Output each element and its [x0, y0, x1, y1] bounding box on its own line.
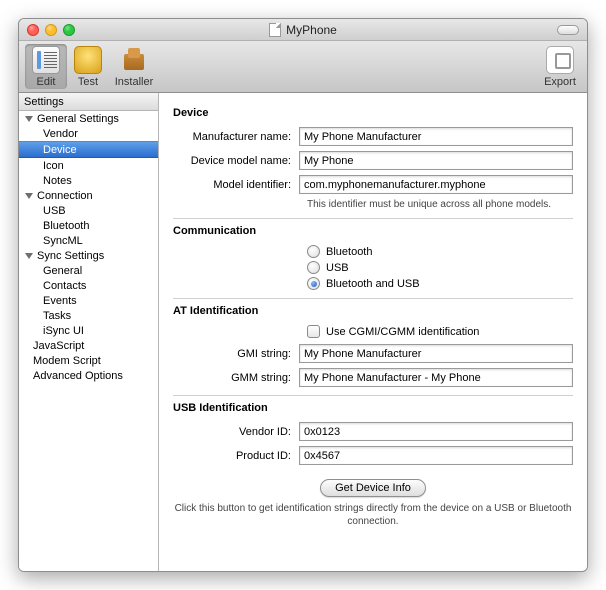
vendor-id-field[interactable]	[299, 422, 573, 441]
identifier-hint: This identifier must be unique across al…	[307, 199, 573, 210]
model-identifier-field[interactable]	[299, 175, 573, 194]
sidebar-item-usb[interactable]: USB	[19, 203, 158, 218]
section-device-title: Device	[173, 107, 573, 119]
use-cgmi-cgmm-checkbox[interactable]: Use CGMI/CGMM identification	[307, 325, 573, 338]
gmm-string-field[interactable]	[299, 368, 573, 387]
radio-bluetooth-and-usb[interactable]: Bluetooth and USB	[307, 277, 573, 290]
sidebar-item-bluetooth[interactable]: Bluetooth	[19, 218, 158, 233]
sidebar-item-isync-ui[interactable]: iSync UI	[19, 323, 158, 338]
radio-icon	[307, 245, 320, 258]
gmi-string-field[interactable]	[299, 344, 573, 363]
separator	[173, 218, 573, 219]
toolbar-pill-icon[interactable]	[557, 25, 579, 35]
toolbar: Edit Test Installer Export	[19, 41, 587, 93]
test-icon	[74, 46, 102, 74]
minimize-icon[interactable]	[45, 24, 57, 36]
gmm-string-label: GMM string:	[173, 372, 299, 384]
sidebar-group-sync[interactable]: Sync Settings	[19, 248, 158, 263]
product-id-label: Product ID:	[173, 450, 299, 462]
gmi-string-label: GMI string:	[173, 348, 299, 360]
edit-icon	[32, 46, 60, 74]
sidebar-item-icon[interactable]: Icon	[19, 158, 158, 173]
radio-usb[interactable]: USB	[307, 261, 573, 274]
sidebar-item-syncml[interactable]: SyncML	[19, 233, 158, 248]
titlebar: MyPhone	[19, 19, 587, 41]
manufacturer-name-field[interactable]	[299, 127, 573, 146]
disclosure-triangle-icon	[25, 253, 33, 259]
zoom-icon[interactable]	[63, 24, 75, 36]
close-icon[interactable]	[27, 24, 39, 36]
sidebar-group-connection[interactable]: Connection	[19, 188, 158, 203]
device-model-label: Device model name:	[173, 155, 299, 167]
radio-icon	[307, 277, 320, 290]
sidebar-item-tasks[interactable]: Tasks	[19, 308, 158, 323]
disclosure-triangle-icon	[25, 116, 33, 122]
sidebar-item-modem-script[interactable]: Modem Script	[19, 353, 158, 368]
sidebar-item-vendor[interactable]: Vendor	[19, 126, 158, 141]
sidebar-item-javascript[interactable]: JavaScript	[19, 338, 158, 353]
separator	[173, 298, 573, 299]
export-icon	[546, 46, 574, 74]
radio-icon	[307, 261, 320, 274]
sidebar-item-general[interactable]: General	[19, 263, 158, 278]
footer-hint: Click this button to get identification …	[173, 502, 573, 528]
sidebar: Settings General Settings Vendor Device …	[19, 93, 159, 571]
vendor-id-label: Vendor ID:	[173, 426, 299, 438]
document-icon	[269, 23, 281, 37]
radio-bluetooth[interactable]: Bluetooth	[307, 245, 573, 258]
device-model-field[interactable]	[299, 151, 573, 170]
checkbox-icon	[307, 325, 320, 338]
sidebar-header: Settings	[19, 93, 158, 111]
disclosure-triangle-icon	[25, 193, 33, 199]
product-id-field[interactable]	[299, 446, 573, 465]
installer-icon	[120, 46, 148, 74]
toolbar-edit-button[interactable]: Edit	[25, 44, 67, 89]
content-pane: Device Manufacturer name: Device model n…	[159, 93, 587, 571]
separator	[173, 395, 573, 396]
section-communication-title: Communication	[173, 225, 573, 237]
app-window: MyPhone Edit Test Installer Export Setti…	[18, 18, 588, 572]
section-at-title: AT Identification	[173, 305, 573, 317]
sidebar-item-notes[interactable]: Notes	[19, 173, 158, 188]
section-usb-title: USB Identification	[173, 402, 573, 414]
window-title: MyPhone	[286, 23, 337, 37]
toolbar-test-button[interactable]: Test	[67, 44, 109, 89]
toolbar-export-button[interactable]: Export	[539, 44, 581, 89]
toolbar-installer-button[interactable]: Installer	[109, 44, 159, 89]
sidebar-group-general[interactable]: General Settings	[19, 111, 158, 126]
get-device-info-button[interactable]: Get Device Info	[320, 479, 426, 497]
sidebar-item-events[interactable]: Events	[19, 293, 158, 308]
traffic-lights	[19, 24, 75, 36]
manufacturer-name-label: Manufacturer name:	[173, 131, 299, 143]
sidebar-item-advanced-options[interactable]: Advanced Options	[19, 368, 158, 383]
model-identifier-label: Model identifier:	[173, 179, 299, 191]
sidebar-item-device[interactable]: Device	[19, 141, 158, 158]
sidebar-item-contacts[interactable]: Contacts	[19, 278, 158, 293]
